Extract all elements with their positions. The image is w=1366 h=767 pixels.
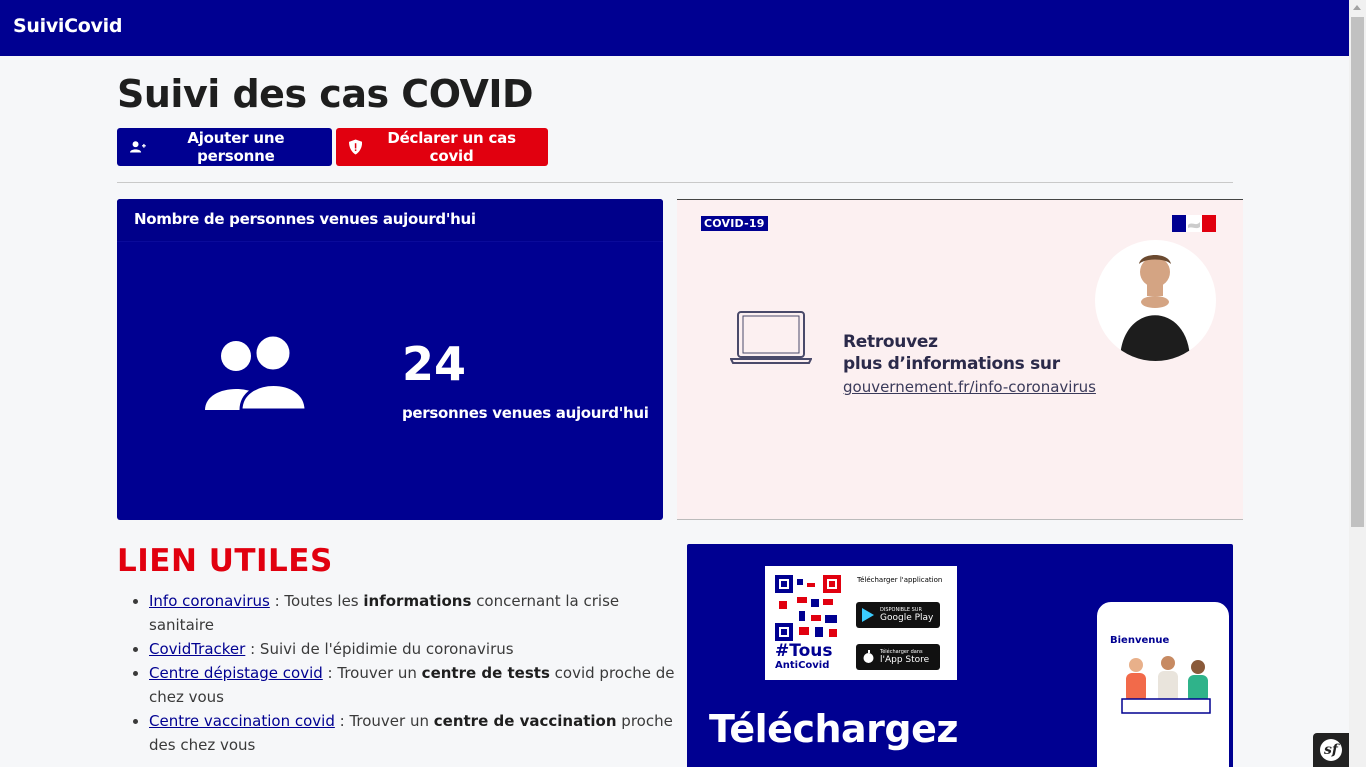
add-person-button[interactable]: Ajouter une personne bbox=[117, 128, 332, 166]
banner-line-2: plus d’informations sur bbox=[843, 354, 1060, 374]
download-headline: Téléchargez bbox=[709, 707, 959, 751]
list-item-emphasis: centre de vaccination bbox=[433, 712, 617, 730]
declare-case-label: Déclarer un cas covid bbox=[387, 129, 516, 165]
list-item-emphasis: informations bbox=[363, 592, 472, 610]
declare-case-button[interactable]: Déclarer un cas covid bbox=[336, 128, 548, 166]
card-header-title: Nombre de personnes venues aujourd'hui bbox=[134, 210, 476, 228]
app-download-box: #Tous AntiCovid Télécharger l'applicatio… bbox=[765, 566, 957, 680]
sign-language-interpreter-image bbox=[1095, 240, 1216, 361]
add-person-label: Ajouter une personne bbox=[187, 129, 285, 165]
people-illustration bbox=[1121, 656, 1211, 714]
apple-icon bbox=[863, 650, 874, 663]
visitors-count-value: 24 bbox=[402, 337, 467, 391]
list-item: Info coronavirus : Toutes les informatio… bbox=[149, 589, 679, 637]
info-coronavirus-link[interactable]: Info coronavirus bbox=[149, 592, 270, 610]
list-item: Centre dépistage covid : Trouver un cent… bbox=[149, 661, 679, 709]
list-item-text: : Trouver un bbox=[334, 712, 434, 730]
useful-links-list: Info coronavirus : Toutes les informatio… bbox=[117, 589, 679, 757]
list-item-text: : Suivi de l'épidimie du coronavirus bbox=[245, 640, 514, 658]
useful-links-title: LIEN UTILES bbox=[117, 543, 333, 579]
download-app-label: Télécharger l'application bbox=[857, 576, 943, 584]
list-item: Centre vaccination covid : Trouver un ce… bbox=[149, 709, 679, 757]
google-play-button[interactable]: DISPONIBLE SUR Google Play bbox=[856, 602, 940, 628]
card-header: Nombre de personnes venues aujourd'hui bbox=[117, 199, 663, 242]
marianne-flag-icon bbox=[1172, 215, 1216, 232]
laptop-icon bbox=[730, 311, 812, 364]
list-item: CovidTracker : Suivi de l'épidimie du co… bbox=[149, 637, 679, 661]
qr-code-icon bbox=[775, 575, 841, 641]
shield-alert-icon bbox=[349, 139, 363, 155]
users-icon bbox=[205, 334, 307, 412]
divider bbox=[117, 182, 1233, 183]
app-store-label: l'App Store bbox=[880, 655, 930, 665]
gouvernement-info-banner[interactable]: COVID-19 Retrouvez plus d’informations s… bbox=[677, 199, 1243, 520]
list-item-text: : Toutes les bbox=[269, 592, 364, 610]
scroll-up-icon[interactable] bbox=[1353, 5, 1361, 10]
user-plus-icon bbox=[130, 141, 146, 153]
list-item-emphasis: centre de tests bbox=[421, 664, 550, 682]
centre-vaccination-link[interactable]: Centre vaccination covid bbox=[149, 712, 335, 730]
page-scrollbar[interactable] bbox=[1349, 0, 1366, 767]
tousanticovid-banner[interactable]: #Tous AntiCovid Télécharger l'applicatio… bbox=[687, 544, 1233, 767]
phone-welcome-text: Bienvenue bbox=[1110, 635, 1170, 646]
phone-illustration: Bienvenue bbox=[1097, 602, 1229, 767]
symfony-toolbar-toggle[interactable]: sf bbox=[1313, 733, 1349, 767]
list-item-text: : Trouver un bbox=[322, 664, 422, 682]
visitors-count-label: personnes venues aujourd'hui bbox=[402, 404, 649, 422]
visitors-count-card: Nombre de personnes venues aujourd'hui 2… bbox=[117, 199, 663, 520]
gouvernement-link[interactable]: gouvernement.fr/info-coronavirus bbox=[843, 378, 1096, 396]
scrollbar-thumb[interactable] bbox=[1351, 17, 1364, 527]
page-title: Suivi des cas COVID bbox=[117, 72, 534, 116]
brand-link[interactable]: SuiviCovid bbox=[13, 15, 122, 37]
google-play-icon bbox=[862, 608, 874, 622]
covidtracker-link[interactable]: CovidTracker bbox=[149, 640, 245, 658]
google-play-label: Google Play bbox=[880, 613, 934, 623]
symfony-logo-icon: sf bbox=[1320, 739, 1342, 761]
banner-line-1: Retrouvez bbox=[843, 332, 938, 352]
app-store-button[interactable]: Télécharger dans l'App Store bbox=[856, 644, 940, 670]
top-navbar: SuiviCovid bbox=[0, 0, 1349, 56]
centre-depistage-link[interactable]: Centre dépistage covid bbox=[149, 664, 323, 682]
tous-label: #Tous bbox=[775, 641, 833, 661]
anticovid-label: AntiCovid bbox=[775, 660, 830, 671]
banner-heading: Retrouvez plus d’informations sur bbox=[843, 331, 1060, 375]
covid-19-badge: COVID-19 bbox=[701, 216, 768, 231]
